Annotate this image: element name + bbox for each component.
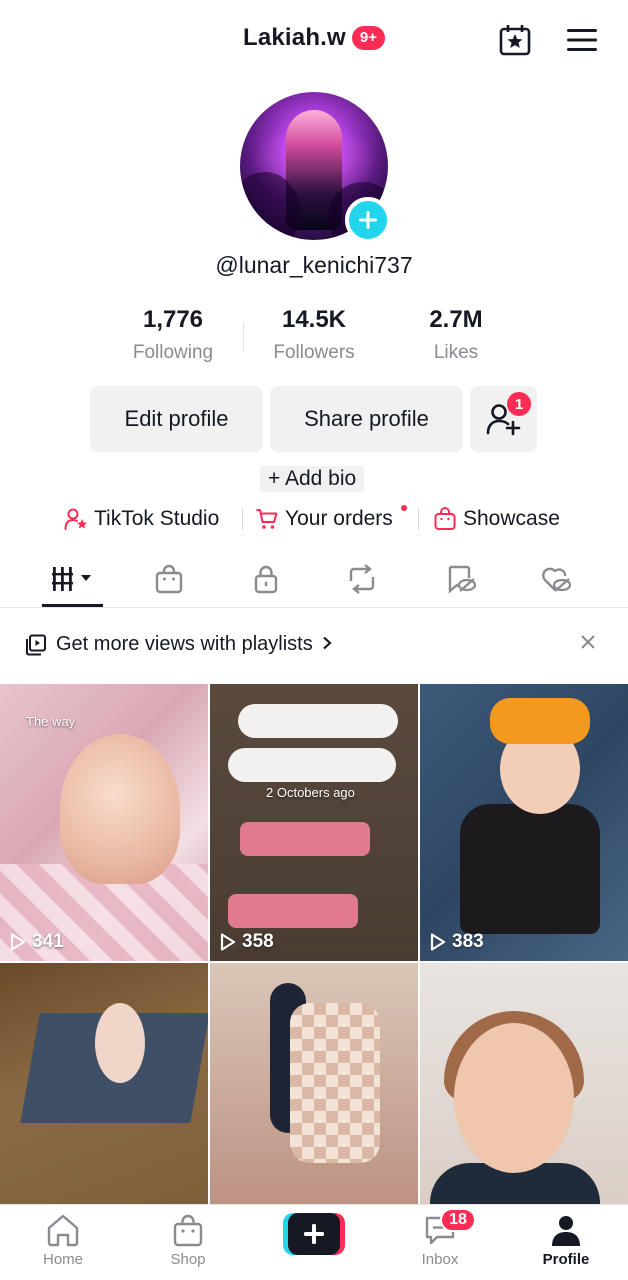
view-count-value: 358 (242, 931, 274, 952)
profile-tabs (0, 552, 628, 608)
tab-shop[interactable] (140, 552, 198, 606)
cart-icon (256, 509, 278, 529)
account-title[interactable]: Lakiah.w (243, 24, 346, 52)
divider (418, 508, 419, 530)
view-count-value: 383 (452, 931, 484, 952)
tab-reposts[interactable] (333, 552, 391, 606)
stat-value: 1,776 (142, 306, 204, 333)
tab-private[interactable] (237, 552, 295, 606)
video-thumbnail[interactable] (210, 963, 418, 1240)
nav-label: Home (42, 1251, 83, 1268)
nav-label: Inbox (421, 1251, 459, 1268)
playlist-icon (26, 634, 46, 656)
stat-following[interactable]: 1,776 Following (103, 306, 243, 364)
nav-profile[interactable]: Profile (521, 1213, 611, 1268)
quick-link-label: Showcase (463, 507, 560, 530)
calendar-star-icon[interactable] (497, 22, 533, 58)
add-story-button[interactable] (345, 197, 391, 243)
chevron-right-icon (322, 633, 332, 655)
stat-label: Followers (273, 342, 355, 363)
stat-value: 14.5K (281, 306, 347, 333)
tiktok-studio-link[interactable]: TikTok Studio (64, 504, 219, 534)
quick-link-label: Your orders (285, 507, 393, 530)
video-thumbnail[interactable] (0, 963, 208, 1240)
video-caption-overlay: 2 Octobers ago (266, 785, 355, 800)
stat-label: Likes (433, 342, 479, 363)
profile-username: @lunar_kenichi737 (215, 252, 413, 278)
shopping-bag-icon (434, 507, 456, 530)
tab-videos[interactable] (42, 552, 103, 606)
view-count: 358 (220, 931, 274, 953)
person-star-icon (64, 508, 87, 530)
videos-grid-icon (51, 567, 91, 591)
shop-icon (173, 1214, 203, 1247)
showcase-link[interactable]: Showcase (433, 504, 560, 534)
header: Lakiah.w 9+ (0, 0, 628, 80)
tabs-divider (0, 607, 628, 608)
repost-icon (349, 564, 375, 594)
view-count: 383 (430, 931, 484, 953)
video-thumbnail[interactable] (420, 963, 628, 1240)
lock-icon (254, 565, 278, 594)
video-thumbnail[interactable]: 2 Octobers ago 358 (210, 684, 418, 961)
play-icon (10, 933, 26, 951)
stat-label: Following (132, 342, 214, 363)
banner-label: Get more views with playlists (56, 633, 313, 655)
playlist-banner-text[interactable]: Get more views with playlists (56, 633, 332, 656)
notification-count-badge: 9+ (351, 26, 386, 50)
menu-icon[interactable] (564, 22, 600, 58)
play-icon (220, 933, 236, 951)
add-friends-badge: 1 (507, 392, 531, 416)
inbox-badge: 18 (440, 1208, 476, 1232)
nav-shop[interactable]: Shop (143, 1213, 233, 1268)
nav-home[interactable]: Home (18, 1213, 108, 1268)
edit-profile-button[interactable]: Edit profile (90, 386, 263, 452)
create-button[interactable] (283, 1213, 345, 1255)
play-icon (430, 933, 446, 951)
home-icon (47, 1214, 79, 1247)
stat-followers[interactable]: 14.5K Followers (244, 306, 384, 364)
nav-label: Profile (542, 1251, 590, 1268)
liked-hidden-icon (542, 567, 572, 592)
video-thumbnail[interactable]: The way 341 (0, 684, 208, 961)
share-profile-button[interactable]: Share profile (270, 386, 463, 452)
shop-bag-icon (155, 564, 183, 594)
stat-value: 2.7M (429, 306, 483, 333)
account-switcher[interactable]: Lakiah.w 9+ (0, 24, 628, 52)
favorites-hidden-icon (448, 565, 477, 594)
tab-favorites[interactable] (432, 552, 490, 606)
view-count-value: 341 (32, 931, 64, 952)
view-count: 341 (10, 931, 64, 953)
add-bio-button[interactable]: + Add bio (260, 466, 365, 492)
plus-icon (359, 211, 377, 229)
close-icon[interactable] (580, 633, 596, 656)
video-caption-overlay: The way (26, 714, 76, 729)
your-orders-link[interactable]: Your orders (255, 504, 393, 534)
stat-likes[interactable]: 2.7M Likes (386, 306, 526, 364)
nav-label: Shop (170, 1251, 206, 1268)
orders-notification-dot (401, 505, 407, 511)
tab-liked[interactable] (527, 552, 585, 606)
quick-link-label: TikTok Studio (94, 507, 220, 530)
divider (242, 508, 243, 530)
video-thumbnail[interactable]: 383 (420, 684, 628, 961)
profile-icon (552, 1216, 580, 1246)
